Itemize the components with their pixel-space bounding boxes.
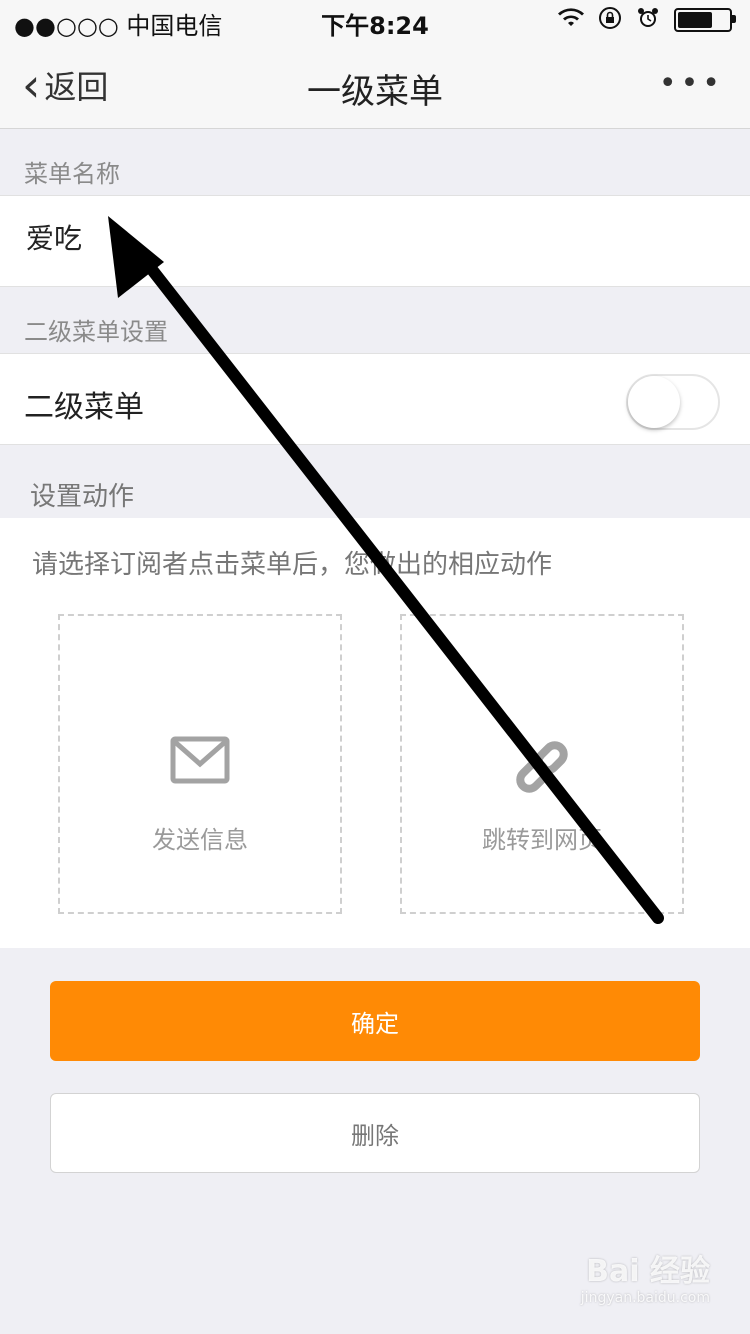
page-title: 一级菜单 (307, 72, 443, 112)
navigation-bar: ‹ 返回 一级菜单 ••• (0, 40, 750, 129)
action-description: 请选择订阅者点击菜单后，您做出的相应动作 (32, 550, 553, 580)
open-webpage-label: 跳转到网页 (482, 826, 602, 854)
rotation-lock-icon (598, 6, 622, 34)
send-message-option[interactable]: 发送信息 (58, 614, 342, 914)
delete-button[interactable]: 删除 (50, 1093, 700, 1173)
status-icons (558, 6, 736, 34)
watermark-brand: Bai 经验 (586, 1254, 710, 1289)
status-bar: ●●○○○ 中国电信 下午8:24 (0, 0, 750, 40)
submenu-section-label: 二级菜单设置 (24, 318, 168, 346)
action-panel: 请选择订阅者点击菜单后，您做出的相应动作 发送信息 跳转到网页 (0, 518, 750, 948)
send-message-label: 发送信息 (152, 826, 248, 854)
battery-icon (674, 8, 736, 32)
wifi-icon (558, 8, 584, 32)
watermark: Bai 经验 jingyan.baidu.com (581, 1246, 710, 1306)
open-webpage-option[interactable]: 跳转到网页 (400, 614, 684, 914)
menu-name-section-label: 菜单名称 (24, 160, 120, 188)
menu-name-row (0, 195, 750, 287)
submenu-toggle[interactable] (626, 374, 720, 430)
more-button[interactable]: ••• (659, 66, 724, 101)
toggle-knob (628, 376, 680, 428)
envelope-icon (60, 736, 340, 784)
link-icon (402, 736, 682, 798)
alarm-icon (636, 6, 660, 34)
confirm-button[interactable]: 确定 (50, 981, 700, 1061)
submenu-row-label: 二级菜单 (24, 390, 144, 425)
menu-name-input[interactable] (24, 220, 389, 254)
watermark-url: jingyan.baidu.com (580, 1290, 710, 1306)
action-section-label: 设置动作 (30, 482, 135, 512)
submenu-row: 二级菜单 (0, 353, 750, 445)
